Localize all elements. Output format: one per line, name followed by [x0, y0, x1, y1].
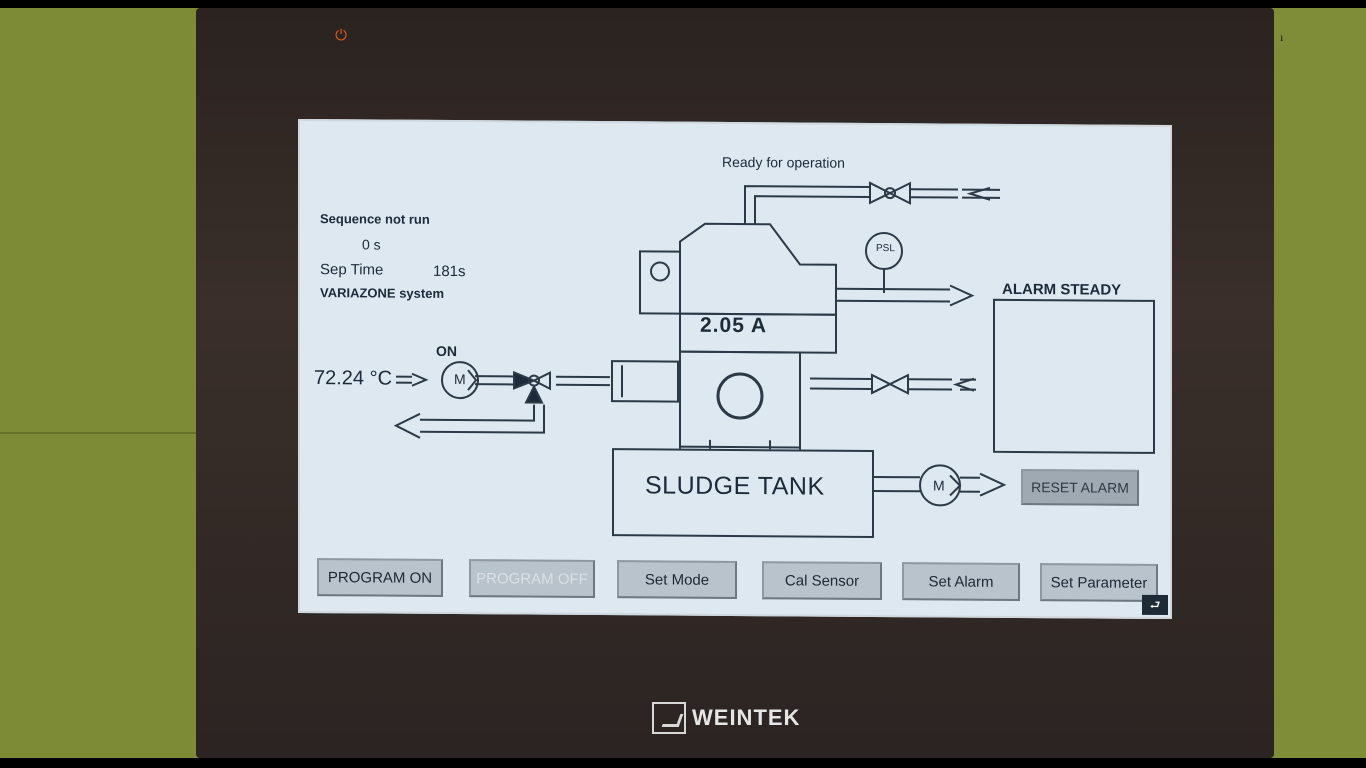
- sep-time-label: Sep Time: [320, 261, 384, 279]
- wall-left: [0, 8, 210, 758]
- program-on-button[interactable]: PROGRAM ON: [317, 558, 443, 597]
- sequence-status: Sequence not run: [320, 211, 430, 227]
- temperature-readout: 72.24 °C: [314, 367, 393, 390]
- wall-mark: ı: [1280, 30, 1284, 44]
- power-icon: ⏻: [335, 27, 347, 44]
- bottom-pump-motor-label: M: [933, 477, 945, 494]
- brand-name: WEINTEK: [692, 705, 801, 730]
- sep-time-value: 181s: [433, 262, 466, 281]
- status-text: Ready for operation: [722, 153, 845, 171]
- alarm-title: ALARM STEADY: [1002, 280, 1122, 299]
- wall-right: [1258, 8, 1366, 758]
- system-label: VARIAZONE system: [320, 285, 445, 301]
- back-arrow-icon[interactable]: ⮐: [1142, 594, 1168, 616]
- hmi-screen: Ready for operation Sequence not run 0 s…: [298, 118, 1172, 620]
- alarm-display: [993, 298, 1155, 454]
- weintek-logo-icon: [652, 702, 686, 734]
- set-parameter-button[interactable]: Set Parameter: [1040, 563, 1158, 602]
- set-alarm-button[interactable]: Set Alarm: [902, 562, 1020, 601]
- pump-state-label: ON: [436, 342, 457, 360]
- sequence-time: 0 s: [362, 236, 381, 253]
- wall-line: [0, 432, 210, 434]
- set-mode-button[interactable]: Set Mode: [617, 560, 737, 600]
- current-readout: 2.05 A: [700, 313, 768, 338]
- cal-sensor-button[interactable]: Cal Sensor: [762, 561, 882, 601]
- program-off-button[interactable]: PROGRAM OFF: [469, 559, 595, 599]
- pump-motor-label: M: [454, 371, 466, 388]
- tank-label: SLUDGE TANK: [645, 471, 825, 501]
- psl-label: PSL: [876, 242, 895, 255]
- brand-logo: WEINTEK: [652, 702, 800, 734]
- reset-alarm-button[interactable]: RESET ALARM: [1021, 468, 1139, 506]
